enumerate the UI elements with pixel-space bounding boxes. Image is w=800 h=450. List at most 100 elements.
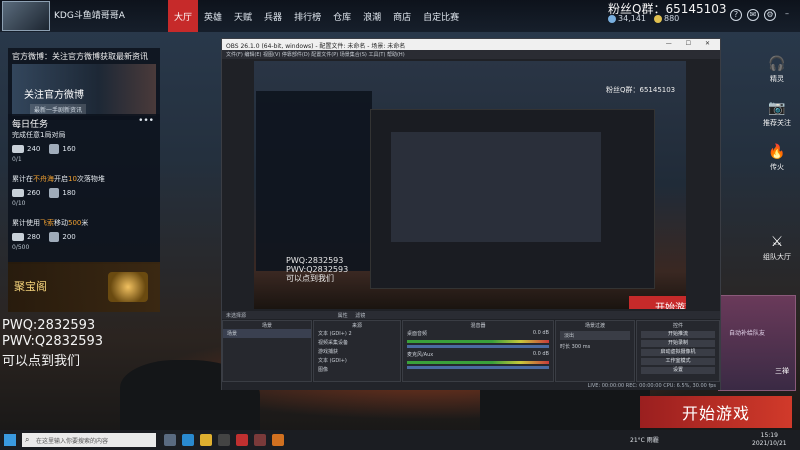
reward-value: 200 [62, 233, 76, 241]
mixer-dock: 混音器 桌面音频 0.0 dB 麦克风/Aux 0.0 dB [402, 320, 554, 382]
nav-warehouse[interactable]: 仓库 [327, 0, 357, 32]
question-icon[interactable]: ? [730, 9, 742, 21]
reward-exp-icon [12, 145, 24, 153]
edge-icon[interactable] [182, 434, 194, 446]
transition-select[interactable]: 淡出 [560, 331, 630, 340]
douyu-icon[interactable] [272, 434, 284, 446]
more-icon[interactable]: ••• [138, 116, 154, 126]
reward-value: 260 [27, 189, 41, 197]
source-item[interactable]: 文本 (GDI+) [314, 356, 400, 365]
obs-statusbar: LIVE: 00:00:00 REC: 00:00:00 CPU: 6.5%, … [222, 382, 720, 390]
reward-value: 160 [62, 145, 76, 153]
obs-menubar[interactable]: 文件(F) 编辑(E) 视图(V) 停靠部件(D) 配置文件(P) 场景集合(S… [222, 50, 720, 59]
treasure-label: 聚宝阁 [14, 280, 47, 293]
reward-exp-icon [12, 189, 24, 197]
explorer-icon[interactable] [200, 434, 212, 446]
scene-item[interactable]: 场景 [223, 329, 311, 338]
sidebar-item-spirit[interactable]: 🎧 精灵 [760, 56, 794, 84]
sidebar-item-fire[interactable]: 🔥 传火 [760, 144, 794, 172]
start-game-button[interactable]: 开始游戏 [640, 396, 792, 428]
mail-icon[interactable]: ✉ [747, 9, 759, 21]
studio-mode-button[interactable]: 工作室模式 [641, 358, 715, 365]
headset-icon: 🎧 [768, 56, 786, 72]
scenes-dock-title: 场景 [261, 323, 272, 329]
source-item[interactable]: 文本 (GDI+) 2 [314, 329, 400, 338]
reward-pass-icon [49, 188, 60, 198]
task-item: 累计在不舟海开启10次落物堆 260 180 0/10 [12, 174, 158, 207]
window-controls[interactable]: — ☐ ✕ [666, 40, 716, 47]
coin-count: 880 [664, 14, 680, 23]
windows-taskbar: ⌕ 在这里输入你要搜索的内容 21°C 雨霾 15:19 2021/10/21 [0, 430, 800, 450]
task-name: 完成任意1局对局 [12, 131, 66, 139]
camera-icon: 📷 [768, 100, 786, 116]
weibo-banner[interactable]: 关注官方微博 最新一手剧新资讯 [12, 64, 156, 116]
nav-custom-match[interactable]: 自定比赛 [417, 0, 465, 32]
preview-left-panel [256, 91, 372, 271]
app-icon[interactable] [254, 434, 266, 446]
tray-weather[interactable]: 21°C 雨霾 [630, 435, 659, 444]
obs-preview[interactable]: 粉丝Q群：65145103 PWQ:2832593 PWV:Q2832593 可… [254, 61, 686, 309]
task-name: 累计使用飞索移动500米 [12, 219, 89, 227]
source-item[interactable]: 图像 [314, 365, 400, 374]
weibo-banner-title: 关注官方微博 [24, 90, 84, 101]
nav-ranking[interactable]: 排行榜 [288, 0, 327, 32]
windows-start-icon[interactable] [4, 434, 16, 446]
obs-title-text: OBS 26.1.0 (64-bit, windows) - 配置文件: 未命名… [226, 43, 406, 50]
nav-heroes[interactable]: 英雄 [198, 0, 228, 32]
stream-overlay-line: 可以点到我们 [2, 354, 81, 369]
taskbar-search[interactable]: ⌕ 在这里输入你要搜索的内容 [22, 433, 156, 447]
settings-button[interactable]: 设置 [641, 367, 715, 374]
nav-waves[interactable]: 浪潮 [357, 0, 387, 32]
top-icons: ? ✉ ⚙ – ✕ [730, 9, 800, 21]
coin-icon [654, 14, 662, 23]
task-progress: 0/10 [12, 200, 26, 207]
task-progress: 0/1 [12, 156, 22, 163]
sidebar-label: 推荐关注 [763, 119, 791, 127]
source-item[interactable]: 视频采集设备 [314, 338, 400, 347]
treasure-pavilion-button[interactable]: 聚宝阁 [8, 262, 160, 312]
reward-value: 280 [27, 233, 41, 241]
filters-button[interactable]: 滤镜 [355, 313, 365, 319]
mixer-channel-desktop: 桌面音频 0.0 dB [407, 330, 549, 337]
sidebar-item-team-lobby[interactable]: ⚔ 组队大厅 [760, 234, 794, 262]
settings-icon[interactable]: ⚙ [764, 9, 776, 21]
obs-app-icon[interactable] [218, 434, 230, 446]
no-source-label: 未选择源 [226, 313, 247, 319]
promo-card[interactable]: 自动补给队友 三禅 [718, 295, 796, 391]
nav-talents[interactable]: 天赋 [228, 0, 258, 32]
nav-shop[interactable]: 商店 [387, 0, 417, 32]
volume-slider[interactable] [407, 366, 549, 369]
controls-dock: 控件 开始推流 开始录制 启动虚拟摄像机 工作室模式 设置 [636, 320, 720, 382]
game-app-icon[interactable] [236, 434, 248, 446]
volume-slider[interactable] [407, 345, 549, 348]
nav-lobby[interactable]: 大厅 [168, 0, 199, 32]
reward-pass-icon [49, 144, 60, 154]
weibo-panel: 官方微博：关注官方微博获取最新资讯 关注官方微博 最新一手剧新资讯 [8, 48, 160, 120]
task-name: 累计在不舟海开启10次落物堆 [12, 175, 105, 183]
daily-tasks-panel: 每日任务 ••• 完成任意1局对局 240 160 0/1 累计在不舟海开启10… [8, 114, 160, 264]
reward-value: 240 [27, 145, 41, 153]
minimize-icon[interactable]: – [781, 9, 793, 21]
transition-duration[interactable]: 时长 300 ms [556, 342, 634, 351]
task-rewards: 260 180 [12, 188, 158, 198]
sidebar-label: 传火 [770, 163, 784, 171]
virtual-camera-button[interactable]: 启动虚拟摄像机 [641, 349, 715, 356]
task-item: 累计使用飞索移动500米 280 200 0/500 [12, 218, 158, 251]
source-item[interactable]: 游戏捕获 [314, 347, 400, 356]
preview-nested-obs [370, 109, 655, 289]
taskbar-clock[interactable]: 15:19 2021/10/21 [752, 432, 787, 448]
player-avatar[interactable] [2, 1, 50, 31]
reward-value: 180 [62, 189, 76, 197]
sources-dock: 来源 文本 (GDI+) 2 视频采集设备 游戏捕获 文本 (GDI+) 图像 [313, 320, 401, 382]
start-recording-button[interactable]: 开始录制 [641, 340, 715, 347]
nav-weapons[interactable]: 兵器 [258, 0, 288, 32]
task-view-icon[interactable] [164, 434, 176, 446]
properties-button[interactable]: 属性 [338, 313, 348, 319]
obs-titlebar: OBS 26.1.0 (64-bit, windows) - 配置文件: 未命名… [222, 39, 720, 50]
player-name: KDG斗鱼靖哥哥A [54, 11, 125, 21]
sidebar-item-follow[interactable]: 📷 推荐关注 [760, 100, 794, 128]
start-streaming-button[interactable]: 开始推流 [641, 331, 715, 338]
preview-overlay-text: PWQ:2832593 PWV:Q2832593 可以点到我们 [286, 256, 349, 283]
promo-text-2: 三禅 [775, 367, 789, 375]
gem-icon [608, 14, 616, 23]
